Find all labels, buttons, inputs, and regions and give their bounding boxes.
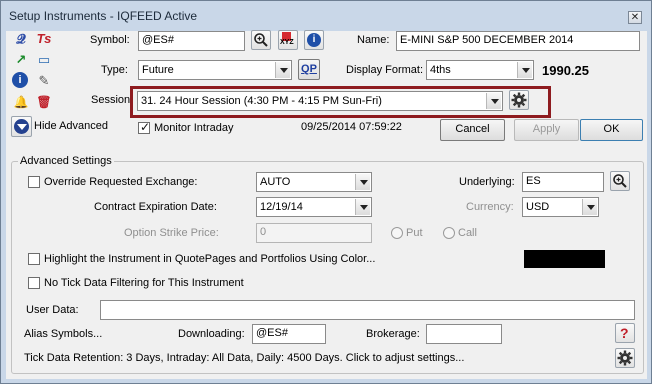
magnifier-icon: [613, 174, 627, 188]
gear-icon: [511, 92, 527, 108]
setup-instruments-window: Setup Instruments - IQFEED Active ✕ 𝓠 Ts…: [0, 0, 652, 384]
monitor-intraday-checkbox[interactable]: [138, 120, 150, 134]
help-button[interactable]: ?: [615, 323, 635, 343]
arrow-down-icon: [17, 124, 27, 130]
chevron-down-icon[interactable]: [517, 62, 532, 78]
no-tick-filter-label: No Tick Data Filtering for This Instrume…: [44, 277, 244, 289]
hide-advanced-label[interactable]: Hide Advanced: [34, 120, 108, 132]
symbol-input[interactable]: @ES#: [138, 31, 245, 51]
call-label: Call: [458, 227, 477, 239]
highlight-color-swatch[interactable]: [524, 250, 605, 268]
currency-select[interactable]: USD: [522, 197, 599, 217]
chart-icon[interactable]: 𝓠: [11, 29, 31, 49]
highlight-checkbox[interactable]: [28, 253, 40, 265]
display-format-label: Display Format:: [346, 64, 424, 76]
dialog-client: 𝓠 Ts ↗ ▭ i ✎ 🔔 🗑 Symbol: @ES# XYZ i Name…: [6, 29, 647, 379]
info-icon: i: [307, 33, 321, 47]
ok-button[interactable]: OK: [580, 119, 643, 141]
symbol-label: Symbol:: [90, 34, 130, 46]
name-input[interactable]: E-MINI S&P 500 DECEMBER 2014: [396, 31, 640, 51]
name-label: Name:: [357, 34, 390, 46]
override-exchange-checkbox[interactable]: [28, 176, 40, 188]
type-value: Future: [142, 64, 174, 76]
time-sales-icon[interactable]: Ts: [34, 29, 54, 49]
symbol-info-button[interactable]: i: [304, 30, 324, 50]
underlying-input[interactable]: ES: [522, 172, 604, 192]
highlight-label: Highlight the Instrument in QuotePages a…: [44, 253, 376, 265]
symbol-lookup-button[interactable]: [251, 30, 271, 50]
chevron-down-icon[interactable]: [486, 93, 501, 109]
brokerage-label: Brokerage:: [366, 328, 420, 340]
type-label: Type:: [101, 64, 128, 76]
timestamp: 09/25/2014 07:59:22: [301, 121, 402, 133]
contract-expiration-value: 12/19/14: [260, 201, 303, 213]
display-format-value: 4ths: [430, 64, 451, 76]
currency-value: USD: [526, 201, 550, 213]
trash-icon[interactable]: 🗑: [34, 92, 54, 112]
option-strike-input[interactable]: 0: [256, 223, 372, 243]
advanced-settings-title: Advanced Settings: [18, 155, 114, 167]
alias-symbols-link[interactable]: Alias Symbols...: [24, 328, 102, 340]
put-label: Put: [406, 227, 423, 239]
no-tick-filter-checkbox[interactable]: [28, 277, 40, 289]
gear-icon: [617, 350, 633, 366]
xyz-button[interactable]: XYZ: [278, 30, 298, 50]
user-data-label: User Data:: [26, 304, 79, 316]
close-button[interactable]: ✕: [628, 11, 642, 24]
monitor-intraday-label: Monitor Intraday: [154, 122, 234, 134]
line-chart-icon[interactable]: ↗: [11, 50, 31, 70]
bell-icon[interactable]: 🔔: [11, 92, 31, 112]
help-icon: ?: [620, 325, 629, 341]
override-exchange-value: AUTO: [260, 176, 291, 188]
display-format-select[interactable]: 4ths: [426, 60, 534, 80]
window-title: Setup Instruments - IQFEED Active: [9, 9, 198, 23]
info-icon[interactable]: i: [12, 72, 28, 88]
tv-icon[interactable]: ▭: [34, 50, 54, 70]
scroll-icon[interactable]: ✎: [34, 71, 54, 91]
chevron-down-icon[interactable]: [275, 62, 290, 78]
currency-label: Currency:: [466, 201, 514, 213]
underlying-label: Underlying:: [459, 176, 515, 188]
call-radio[interactable]: [443, 227, 455, 239]
tick-retention-link[interactable]: Tick Data Retention: 3 Days, Intraday: A…: [24, 352, 464, 364]
session-value: 31. 24 Hour Session (4:30 PM - 4:15 PM S…: [141, 95, 382, 107]
apply-button[interactable]: Apply: [514, 119, 579, 141]
xyz-label: XYZ: [280, 39, 294, 46]
downloading-input[interactable]: @ES#: [252, 324, 326, 344]
cancel-button[interactable]: Cancel: [440, 119, 505, 141]
session-select[interactable]: 31. 24 Hour Session (4:30 PM - 4:15 PM S…: [137, 91, 503, 111]
contract-expiration-label: Contract Expiration Date:: [94, 201, 217, 213]
session-label: Session:: [91, 94, 134, 106]
brokerage-input[interactable]: [426, 324, 502, 344]
title-bar[interactable]: Setup Instruments - IQFEED Active ✕: [1, 1, 651, 31]
chevron-down-icon[interactable]: [355, 199, 370, 215]
override-exchange-label: Override Requested Exchange:: [44, 176, 198, 188]
hide-advanced-button[interactable]: [11, 116, 32, 137]
option-strike-label: Option Strike Price:: [124, 227, 219, 239]
magnifier-icon: [254, 33, 268, 47]
underlying-lookup-button[interactable]: [610, 171, 630, 191]
contract-expiration-select[interactable]: 12/19/14: [256, 197, 372, 217]
retention-settings-button[interactable]: [615, 348, 635, 368]
last-price: 1990.25: [542, 63, 589, 78]
override-exchange-select[interactable]: AUTO: [256, 172, 372, 192]
put-radio[interactable]: [391, 227, 403, 239]
quote-page-button[interactable]: QP: [298, 59, 320, 80]
user-data-input[interactable]: [100, 300, 635, 320]
downloading-label: Downloading:: [178, 328, 245, 340]
chevron-down-icon[interactable]: [582, 199, 597, 215]
session-settings-button[interactable]: [509, 90, 529, 110]
chevron-down-icon[interactable]: [355, 174, 370, 190]
type-select[interactable]: Future: [138, 60, 292, 80]
